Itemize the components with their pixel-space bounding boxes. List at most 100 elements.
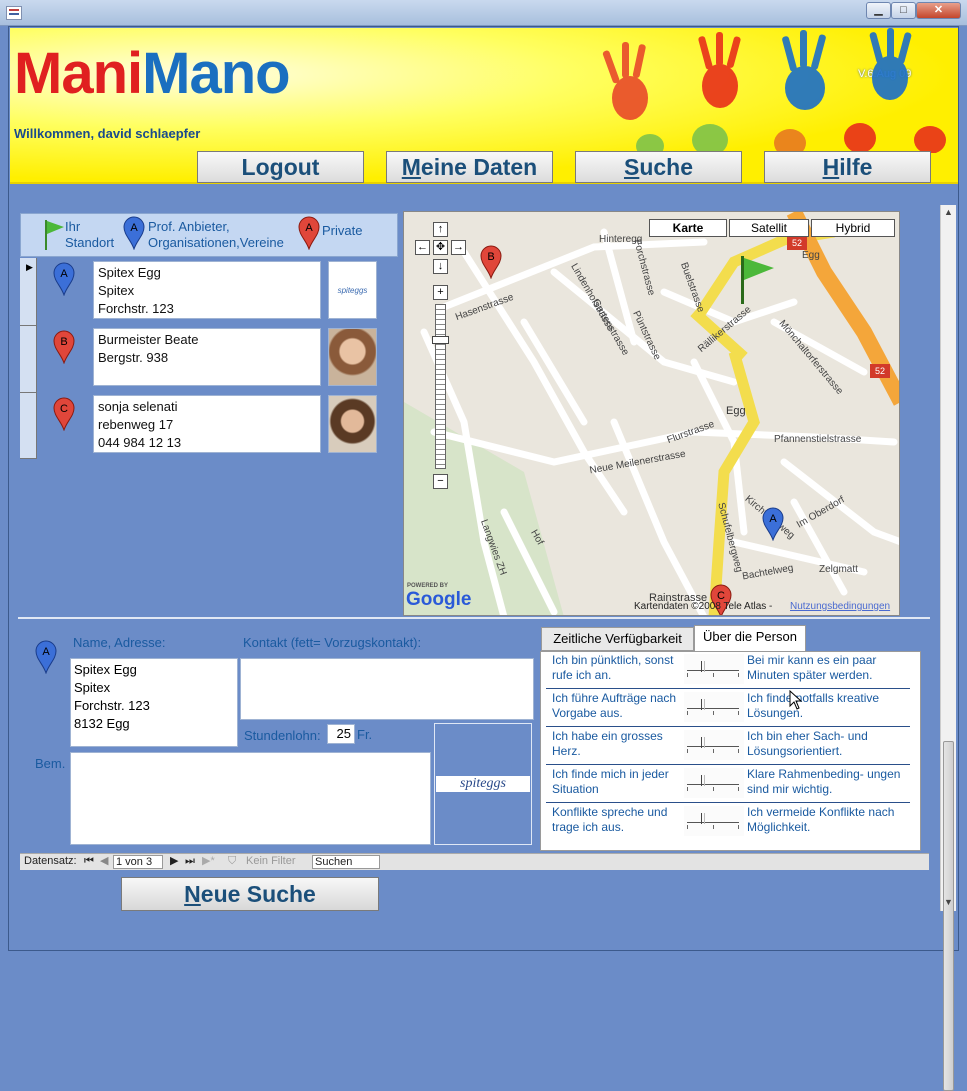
trait-row: Ich habe ein grosses Herz. Ich bin eher … xyxy=(546,727,910,765)
avatar xyxy=(328,395,377,453)
trait-row: Ich finde mich in jeder Situation Klare … xyxy=(546,765,910,803)
pan-left-icon[interactable]: ← xyxy=(415,240,430,255)
tab-about-person[interactable]: Über die Person xyxy=(694,625,806,652)
marker-a-icon: A xyxy=(53,262,75,296)
flag-icon xyxy=(45,220,64,250)
map-marker-a-icon[interactable]: A xyxy=(761,507,785,541)
list-item[interactable]: C sonja selenati rebenweg 17 044 984 12 13 xyxy=(37,392,398,458)
minimize-button[interactable]: ▁ xyxy=(866,2,891,19)
svg-text:B: B xyxy=(487,251,494,263)
app-icon[interactable] xyxy=(6,6,22,20)
last-record-icon[interactable]: ⏭ xyxy=(185,854,195,869)
map-label: Egg xyxy=(726,405,746,417)
maximize-button[interactable]: □ xyxy=(891,2,916,19)
first-record-icon[interactable]: ⏮ xyxy=(84,854,94,869)
search-button[interactable]: Suche xyxy=(575,151,742,183)
name-address-field[interactable]: Spitex Egg Spitex Forchstr. 123 8132 Egg xyxy=(70,658,238,747)
marker-c-icon: C xyxy=(53,397,75,431)
logout-button[interactable]: Logout xyxy=(197,151,364,183)
svg-text:A: A xyxy=(130,222,138,234)
list-item[interactable]: A Spitex Egg Spitex Forchstr. 123 spiteggs xyxy=(37,258,398,325)
trait-slider[interactable] xyxy=(684,692,744,722)
wage-field[interactable]: 25 xyxy=(327,724,355,744)
pan-right-icon[interactable]: → xyxy=(451,240,466,255)
road-shield: 52 xyxy=(787,236,807,250)
filter-status[interactable]: Kein Filter xyxy=(246,854,296,869)
scroll-down-icon[interactable]: ▼ xyxy=(944,897,953,907)
legend-own-location: Ihr Standort xyxy=(65,219,115,250)
section-divider xyxy=(18,617,930,619)
result-logo: spiteggs xyxy=(328,261,377,319)
record-navigation: Datensatz: ⏮ ◀ 1 von 3 ▶ ⏭ ▶* ⛉ Kein Fil… xyxy=(20,853,929,870)
my-data-button[interactable]: Meine Daten xyxy=(386,151,553,183)
name-address-label: Name, Adresse: xyxy=(73,635,166,650)
vertical-scrollbar[interactable]: ▲ ▼ xyxy=(940,205,956,1091)
svg-text:B: B xyxy=(60,336,67,348)
window-titlebar xyxy=(0,0,967,26)
trait-row: Ich bin pünktlich, sonst rufe ich an. Be… xyxy=(546,651,910,689)
scroll-up-icon[interactable]: ▲ xyxy=(944,207,953,217)
pan-down-icon[interactable]: ↓ xyxy=(433,259,448,274)
trait-slider[interactable] xyxy=(684,806,744,836)
trait-slider[interactable] xyxy=(684,768,744,798)
contact-field[interactable] xyxy=(240,658,534,720)
map-type-satellit[interactable]: Satellit xyxy=(729,219,809,237)
list-item[interactable]: B Burmeister Beate Bergstr. 938 xyxy=(37,325,398,392)
zoom-slider-handle[interactable] xyxy=(432,336,449,344)
trait-row: Ich führe Aufträge nach Vorgabe aus. Ich… xyxy=(546,689,910,727)
svg-text:A: A xyxy=(42,646,50,658)
zoom-out-icon[interactable]: − xyxy=(433,474,448,489)
record-search-input[interactable]: Suchen xyxy=(312,855,380,869)
pan-center-icon[interactable]: ✥ xyxy=(433,240,448,255)
map-copyright: Kartendaten ©2008 Tele Atlas - xyxy=(634,601,773,612)
legend-private: Private xyxy=(322,223,363,238)
scroll-thumb[interactable] xyxy=(943,741,954,1091)
wage-unit: Fr. xyxy=(357,727,373,742)
tab-availability[interactable]: Zeitliche Verfügbarkeit xyxy=(541,627,694,651)
help-button[interactable]: Hilfe xyxy=(764,151,931,183)
map-label: Zelgmatt xyxy=(819,564,858,575)
red-marker-icon: A xyxy=(298,216,320,250)
detail-marker-icon: A xyxy=(35,640,57,674)
trait-slider[interactable] xyxy=(684,730,744,760)
prev-record-icon[interactable]: ◀ xyxy=(100,854,108,869)
result-address: sonja selenati rebenweg 17 044 984 12 13 xyxy=(93,395,321,453)
next-record-icon[interactable]: ▶ xyxy=(170,854,178,869)
map-type-hybrid[interactable]: Hybrid xyxy=(811,219,895,237)
terms-link[interactable]: Nutzungsbedingungen xyxy=(790,601,890,612)
legend-providers: Prof. Anbieter, Organisationen,Vereine xyxy=(148,219,284,250)
zoom-slider[interactable] xyxy=(435,304,446,469)
map-view[interactable]: Hinteregg Forchstrasse Buelstrasse Egg R… xyxy=(403,211,900,616)
remark-label: Bem. xyxy=(35,756,66,771)
svg-text:A: A xyxy=(769,513,777,525)
svg-text:A: A xyxy=(60,268,68,280)
record-position-field[interactable]: 1 von 3 xyxy=(113,855,163,869)
new-search-button[interactable]: Neue Suche xyxy=(121,877,379,911)
provider-logo: spiteggs xyxy=(436,776,530,792)
blue-marker-icon: A xyxy=(123,216,145,250)
remark-field[interactable] xyxy=(70,752,431,845)
map-type-karte[interactable]: Karte xyxy=(649,219,727,237)
close-button[interactable]: ✕ xyxy=(916,2,961,19)
contact-label: Kontakt (fett= Vorzugskontakt): xyxy=(243,635,422,650)
wage-label: Stundenlohn: xyxy=(244,728,321,743)
result-address: Burmeister Beate Bergstr. 938 xyxy=(93,328,321,386)
zoom-in-icon[interactable]: + xyxy=(433,285,448,300)
trait-slider[interactable] xyxy=(684,654,744,684)
own-location-flag-icon xyxy=(741,256,774,304)
filter-icon: ⛉ xyxy=(228,855,237,867)
result-address: Spitex Egg Spitex Forchstr. 123 xyxy=(93,261,321,319)
record-label: Datensatz: xyxy=(24,855,77,867)
current-row-icon: ▶ xyxy=(26,262,33,272)
mouse-cursor-icon xyxy=(789,690,803,710)
row-divider xyxy=(20,458,37,459)
svg-text:A: A xyxy=(305,222,313,234)
new-record-icon[interactable]: ▶* xyxy=(202,854,215,869)
row-divider xyxy=(20,325,37,326)
trait-row: Konflikte spreche und trage ich aus. Ich… xyxy=(552,805,895,836)
pan-up-icon[interactable]: ↑ xyxy=(433,222,448,237)
row-selector[interactable] xyxy=(20,258,37,458)
road-shield: 52 xyxy=(870,364,890,378)
map-marker-b-icon[interactable]: B xyxy=(479,245,503,279)
svg-text:C: C xyxy=(60,403,68,415)
